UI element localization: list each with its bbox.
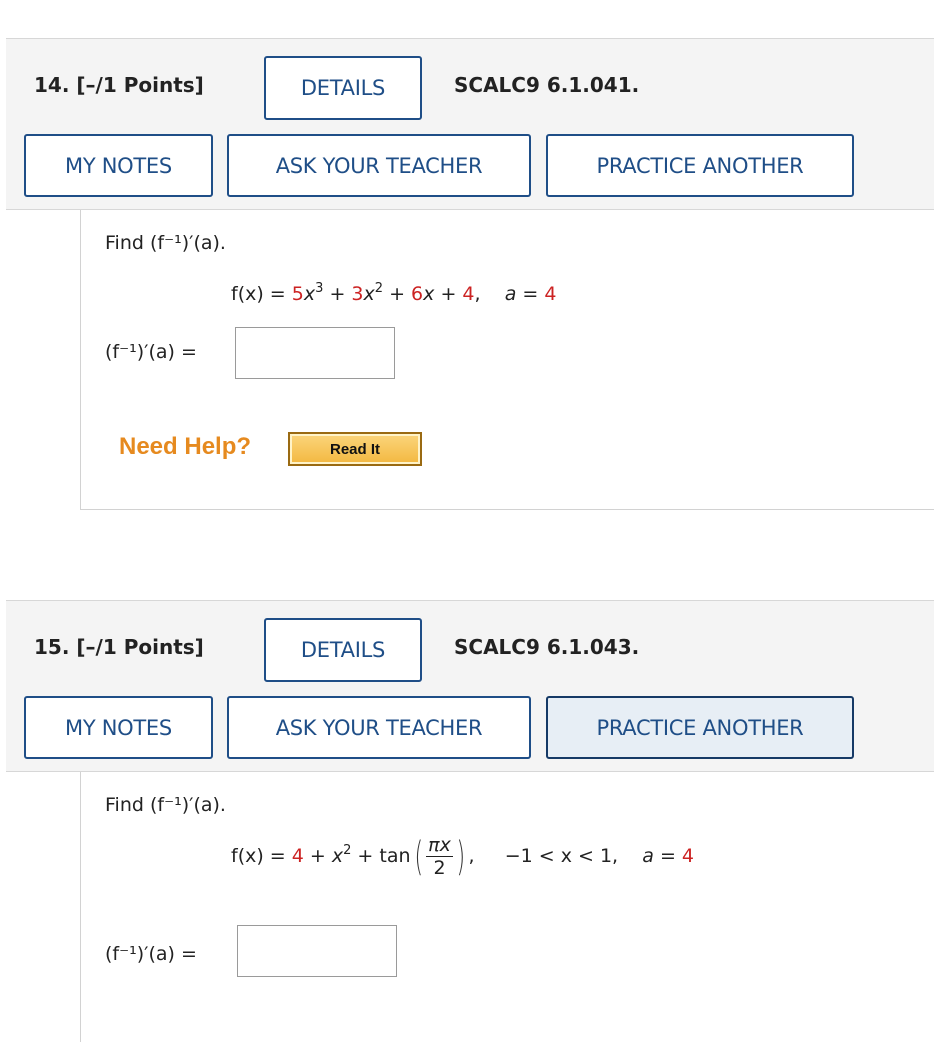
fraction-numerator: πx xyxy=(426,834,453,857)
ask-your-teacher-button[interactable]: ASK YOUR TEACHER xyxy=(227,134,531,197)
a-variable: a xyxy=(504,283,517,305)
function-equation: f(x) = 4 + x2 + tan(πx 2), −1 < x < 1, a … xyxy=(231,833,694,880)
ask-your-teacher-button[interactable]: ASK YOUR TEACHER xyxy=(227,696,531,759)
exponent: 3 xyxy=(315,281,324,296)
coefficient: 6 xyxy=(411,283,424,305)
answer-input[interactable] xyxy=(235,327,395,379)
variable: x xyxy=(363,283,375,305)
fraction-denominator: 2 xyxy=(433,857,446,879)
question-prompt: Find (f⁻¹)′(a). xyxy=(105,794,226,816)
question-15-header: 15. [–/1 Points] DETAILS SCALC9 6.1.043.… xyxy=(6,600,934,772)
details-button[interactable]: DETAILS xyxy=(264,618,422,682)
answer-label: (f⁻¹)′(a) = xyxy=(105,943,197,965)
function-equation: f(x) = 5x3 + 3x2 + 6x + 4, a = 4 xyxy=(231,281,557,305)
function-lhs: f(x) xyxy=(231,283,264,305)
operator: + xyxy=(389,283,405,305)
my-notes-button[interactable]: MY NOTES xyxy=(24,696,213,759)
function-lhs: f(x) xyxy=(231,845,264,867)
domain-condition: −1 < x < 1, xyxy=(504,845,619,867)
practice-another-button[interactable]: PRACTICE ANOTHER xyxy=(546,134,854,197)
read-it-button[interactable]: Read It xyxy=(288,432,422,466)
question-15-body: Find (f⁻¹)′(a). f(x) = 4 + x2 + tan(πx 2)… xyxy=(80,772,934,1042)
need-help-label: Need Help? xyxy=(119,433,252,460)
question-title: 15. [–/1 Points] xyxy=(34,635,204,659)
question-reference: SCALC9 6.1.043. xyxy=(454,635,640,659)
operator: + xyxy=(440,283,457,305)
tan-function: tan xyxy=(379,845,411,867)
answer-label: (f⁻¹)′(a) = xyxy=(105,341,197,363)
a-value: 4 xyxy=(681,845,694,867)
question-title: 14. [–/1 Points] xyxy=(34,73,204,97)
constant: 4 xyxy=(462,283,475,305)
fraction: πx 2 xyxy=(426,834,453,879)
question-14-body: Find (f⁻¹)′(a). f(x) = 5x3 + 3x2 + 6x + … xyxy=(80,210,934,510)
answer-input[interactable] xyxy=(237,925,397,977)
my-notes-button[interactable]: MY NOTES xyxy=(24,134,213,197)
exponent: 2 xyxy=(374,281,384,296)
a-value: 4 xyxy=(544,283,557,305)
constant: 4 xyxy=(291,845,304,867)
question-prompt: Find (f⁻¹)′(a). xyxy=(105,232,226,254)
operator: + xyxy=(329,283,346,305)
practice-another-button[interactable]: PRACTICE ANOTHER xyxy=(546,696,854,759)
coefficient: 5 xyxy=(291,283,304,305)
coefficient: 3 xyxy=(351,283,364,305)
question-reference: SCALC9 6.1.041. xyxy=(454,73,640,97)
variable: x xyxy=(303,283,316,305)
details-button[interactable]: DETAILS xyxy=(264,56,422,120)
variable: x xyxy=(423,283,435,305)
question-14-header: 14. [–/1 Points] DETAILS SCALC9 6.1.041.… xyxy=(6,38,934,210)
